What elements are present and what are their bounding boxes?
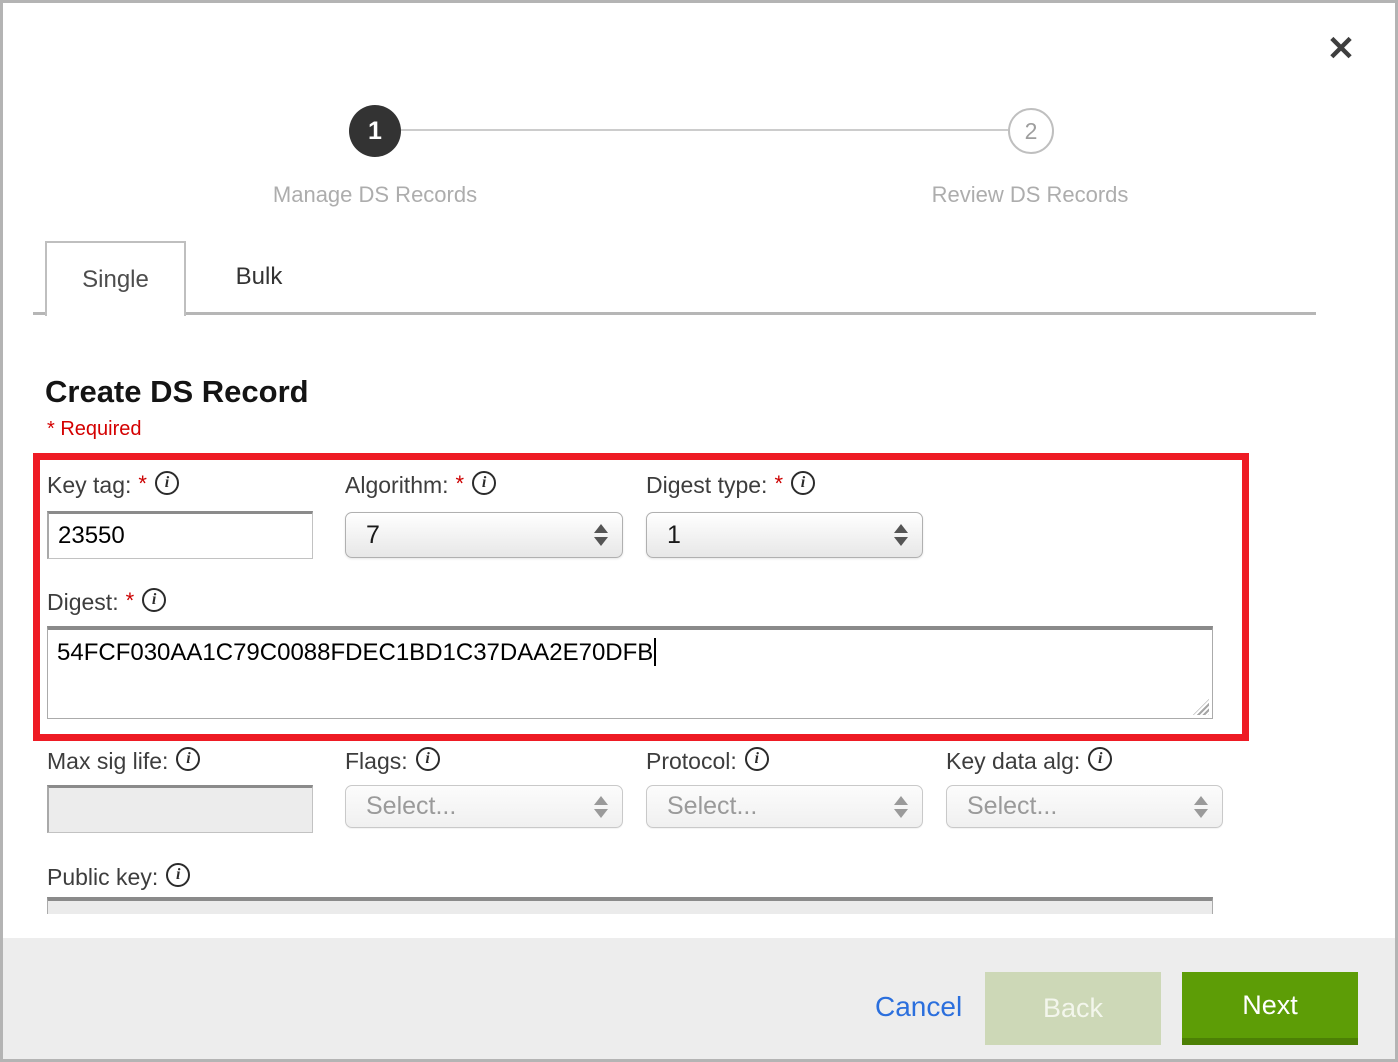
digest-label: Digest: * i — [47, 589, 166, 616]
info-icon[interactable]: i — [166, 863, 190, 887]
required-star-icon: * — [138, 473, 147, 495]
key-data-alg-select-value: Select... — [967, 792, 1057, 821]
max-sig-life-input[interactable] — [47, 785, 313, 833]
required-star-icon: * — [774, 473, 783, 495]
max-sig-life-label-text: Max sig life: — [47, 748, 168, 775]
algorithm-select[interactable]: 7 — [345, 512, 623, 558]
digest-type-label: Digest type: * i — [646, 472, 815, 499]
step-1-circle: 1 — [349, 105, 401, 157]
step-2-label: Review DS Records — [900, 182, 1160, 208]
info-icon[interactable]: i — [142, 588, 166, 612]
max-sig-life-label: Max sig life: i — [47, 748, 200, 775]
key-data-alg-label: Key data alg: i — [946, 748, 1112, 775]
digest-textarea-value: 54FCF030AA1C79C0088FDEC1BD1C37DAA2E70DFB — [57, 639, 653, 666]
info-icon[interactable]: i — [472, 471, 496, 495]
page-title: Create DS Record — [45, 374, 309, 410]
protocol-select-value: Select... — [667, 792, 757, 821]
flags-select-value: Select... — [366, 792, 456, 821]
back-button[interactable]: Back — [985, 972, 1161, 1045]
info-icon[interactable]: i — [416, 747, 440, 771]
info-icon[interactable]: i — [155, 471, 179, 495]
algorithm-label: Algorithm: * i — [345, 472, 496, 499]
info-icon[interactable]: i — [1088, 747, 1112, 771]
tab-single[interactable]: Single — [45, 241, 186, 316]
key-data-alg-select[interactable]: Select... — [946, 785, 1223, 828]
protocol-label-text: Protocol: — [646, 748, 737, 775]
digest-type-label-text: Digest type: — [646, 472, 767, 499]
key-tag-label-text: Key tag: — [47, 472, 131, 499]
select-arrows-icon — [894, 524, 908, 546]
flags-select[interactable]: Select... — [345, 785, 623, 828]
select-arrows-icon — [894, 796, 908, 818]
public-key-label-text: Public key: — [47, 864, 158, 891]
select-arrows-icon — [594, 524, 608, 546]
step-1-label: Manage DS Records — [245, 182, 505, 208]
required-star-icon: * — [456, 473, 465, 495]
public-key-textarea[interactable] — [47, 897, 1213, 914]
info-icon[interactable]: i — [791, 471, 815, 495]
tab-underline — [33, 312, 1316, 315]
required-note: * Required — [47, 418, 142, 441]
digest-textarea[interactable]: 54FCF030AA1C79C0088FDEC1BD1C37DAA2E70DFB — [47, 626, 1213, 719]
select-arrows-icon — [1194, 796, 1208, 818]
digest-label-text: Digest: — [47, 589, 119, 616]
digest-type-select[interactable]: 1 — [646, 512, 923, 558]
key-data-alg-label-text: Key data alg: — [946, 748, 1080, 775]
public-key-label: Public key: i — [47, 864, 190, 891]
stepper-connector — [401, 129, 1008, 131]
tab-bulk[interactable]: Bulk — [186, 241, 332, 312]
protocol-label: Protocol: i — [646, 748, 769, 775]
algorithm-select-value: 7 — [366, 521, 380, 550]
resize-handle-icon[interactable] — [1193, 699, 1209, 715]
key-tag-input[interactable] — [47, 511, 313, 559]
select-arrows-icon — [594, 796, 608, 818]
digest-type-select-value: 1 — [667, 521, 681, 550]
required-star-icon: * — [126, 590, 135, 612]
text-cursor — [654, 638, 656, 666]
key-tag-label: Key tag: * i — [47, 472, 179, 499]
step-2-circle: 2 — [1008, 108, 1054, 154]
protocol-select[interactable]: Select... — [646, 785, 923, 828]
algorithm-label-text: Algorithm: — [345, 472, 449, 499]
create-ds-record-dialog: ✕ 1 2 Manage DS Records Review DS Record… — [0, 0, 1398, 1062]
info-icon[interactable]: i — [745, 747, 769, 771]
flags-label: Flags: i — [345, 748, 440, 775]
flags-label-text: Flags: — [345, 748, 408, 775]
cancel-button[interactable]: Cancel — [875, 991, 962, 1023]
next-button[interactable]: Next — [1182, 972, 1358, 1045]
info-icon[interactable]: i — [176, 747, 200, 771]
close-icon[interactable]: ✕ — [1319, 27, 1363, 71]
